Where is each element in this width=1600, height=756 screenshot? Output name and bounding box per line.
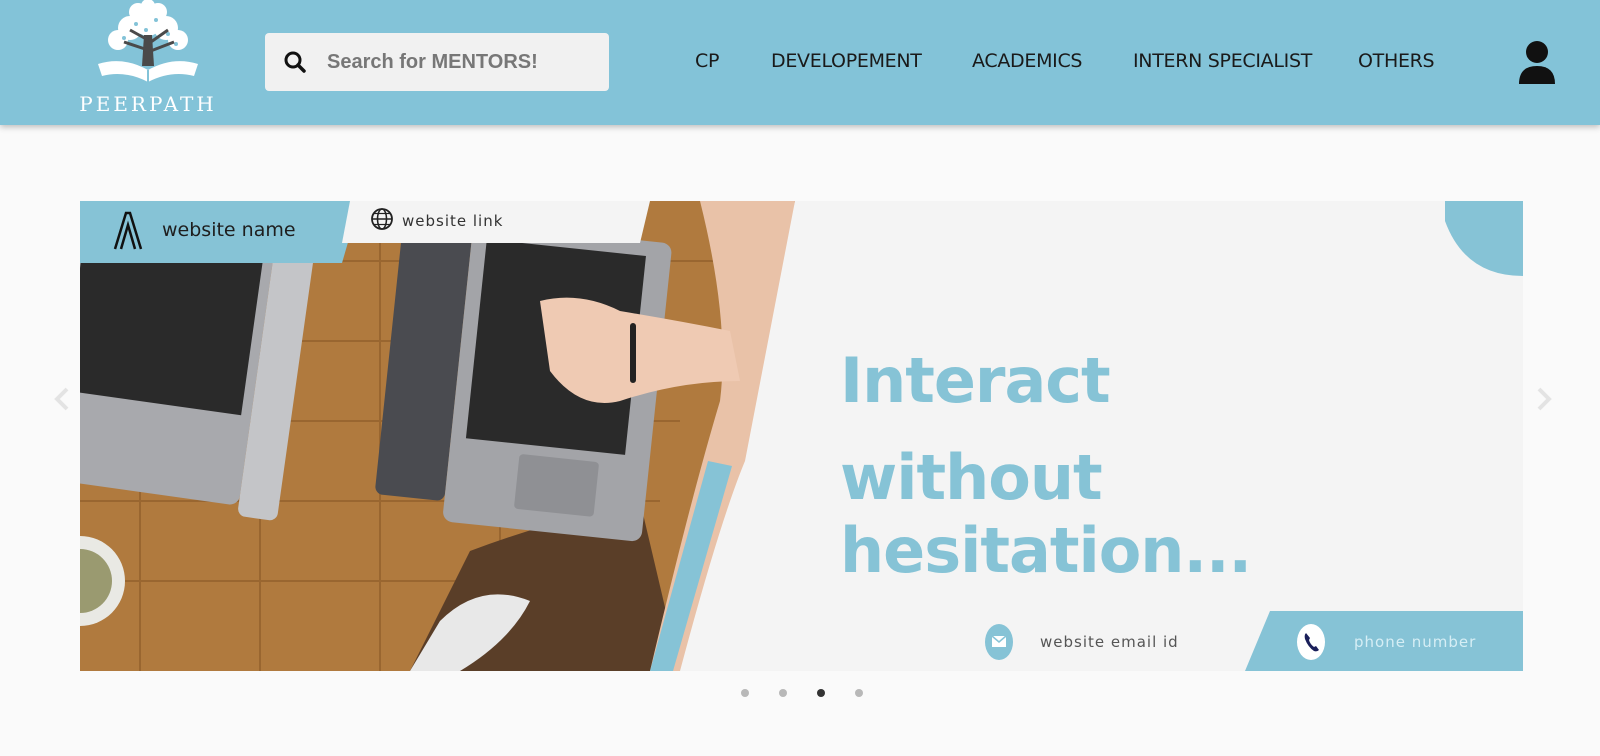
email-icon — [985, 624, 1013, 660]
phone-label: phone number — [1354, 633, 1477, 651]
nav-item-cp[interactable]: CP — [695, 50, 719, 72]
phone-icon — [1297, 624, 1325, 660]
carousel-dot-4[interactable] — [855, 689, 863, 697]
nav-item-developement[interactable]: DEVELOPEMENT — [771, 50, 922, 72]
carousel-dot-1[interactable] — [741, 689, 749, 697]
carousel-indicators — [0, 689, 1600, 699]
top-navbar: PEERPATH CP DEVELOPEMENT ACADEMICS INTER… — [0, 0, 1600, 125]
globe-icon — [371, 208, 393, 230]
carousel-prev-arrow-icon[interactable] — [48, 384, 78, 414]
headline-line1: Interact — [840, 344, 1111, 417]
carousel-dot-3[interactable] — [817, 689, 825, 697]
nav-item-others[interactable]: OTHERS — [1358, 50, 1435, 72]
nav-item-intern-specialist[interactable]: INTERN SPECIALIST — [1133, 50, 1312, 72]
nav-item-academics[interactable]: ACADEMICS — [972, 50, 1082, 72]
website-logo-icon — [113, 211, 143, 250]
search-box — [265, 33, 609, 91]
search-icon[interactable] — [283, 50, 307, 74]
headline-line2: without hesitation... — [840, 441, 1252, 587]
email-label: website email id — [1040, 633, 1179, 651]
hero-carousel[interactable]: website name website link Interact witho… — [80, 201, 1523, 671]
user-icon[interactable] — [1517, 40, 1557, 84]
carousel-next-arrow-icon[interactable] — [1528, 384, 1558, 414]
peerpath-logo[interactable]: PEERPATH — [78, 0, 218, 120]
website-link-text: website link — [402, 212, 504, 230]
tree-book-icon — [98, 0, 198, 82]
logo-text: PEERPATH — [79, 92, 217, 116]
slide-image — [80, 201, 1523, 671]
carousel-dot-2[interactable] — [779, 689, 787, 697]
search-input[interactable] — [327, 33, 597, 91]
website-name-text: website name — [162, 219, 296, 241]
